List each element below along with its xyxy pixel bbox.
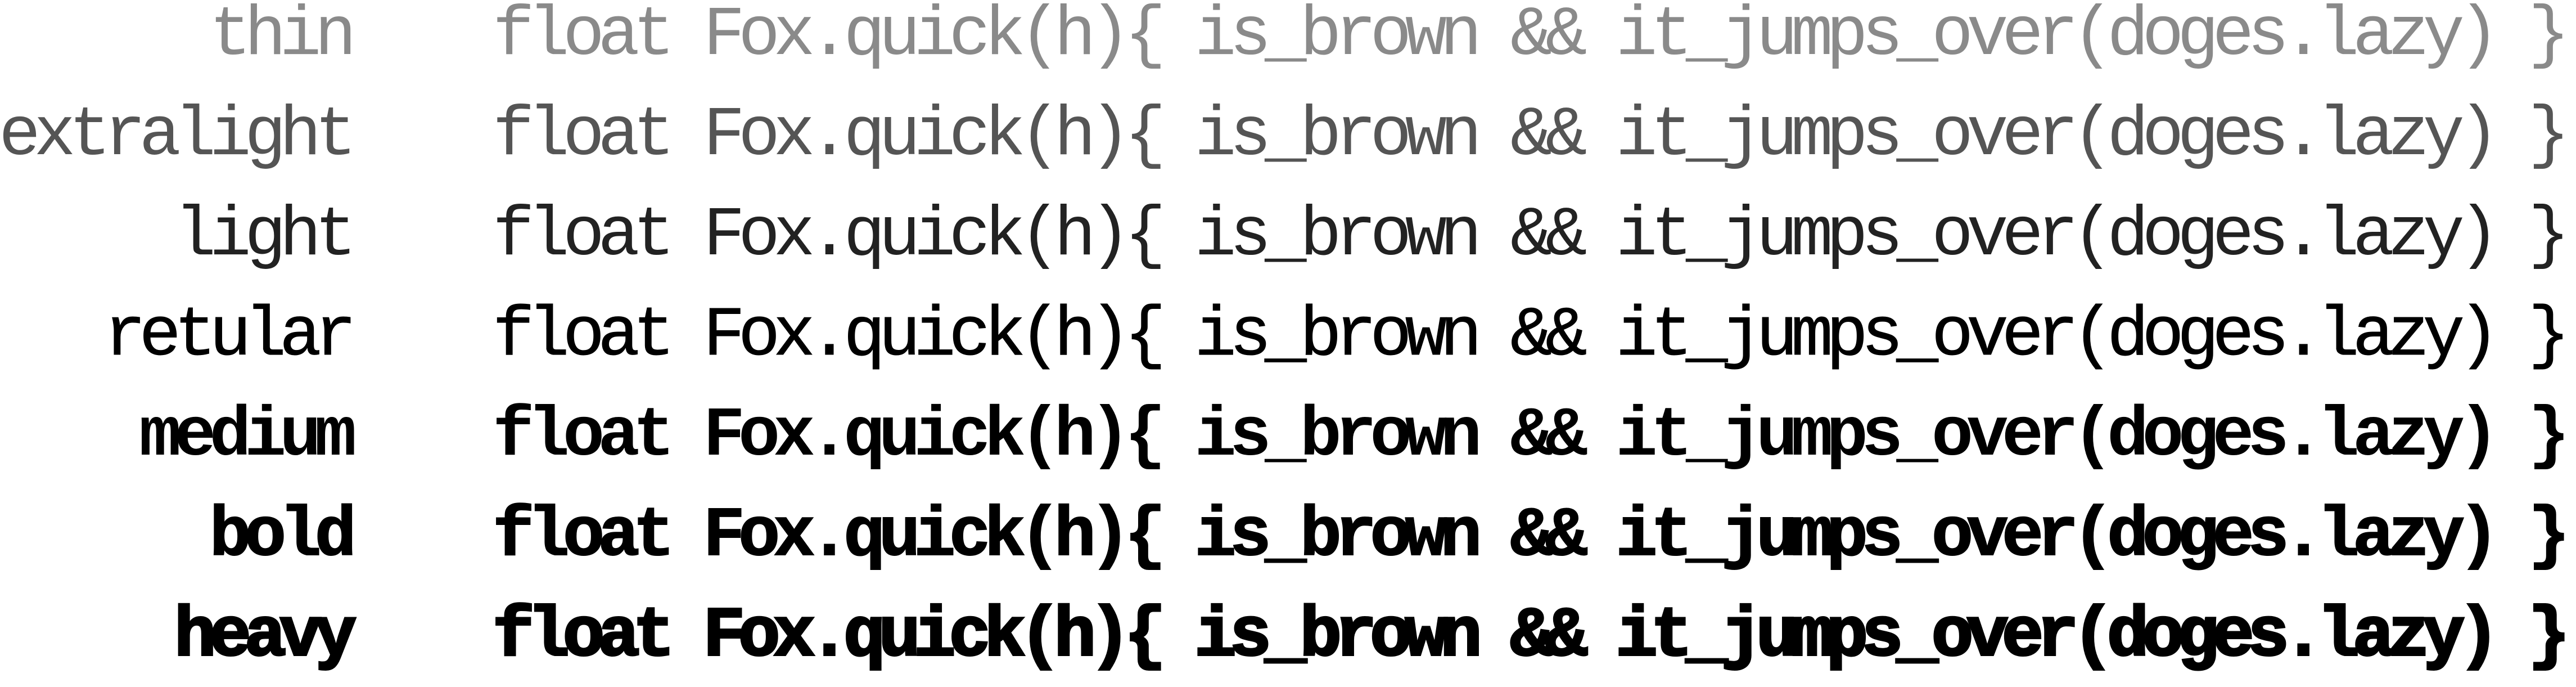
sample-text: float Fox.quick(h){ is_brown && it_jumps…	[492, 297, 2570, 376]
specimen-row-heavy: heavy float Fox.quick(h){ is_brown && it…	[0, 587, 2576, 687]
sample-text: float Fox.quick(h){ is_brown && it_jumps…	[493, 97, 2570, 176]
specimen-row-bold: bold float Fox.quick(h){ is_brown && it_…	[0, 487, 2576, 587]
sample-text: float Fox.quick(h){ is_brown && it_jumps…	[493, 197, 2570, 276]
weight-label: retular	[104, 297, 357, 376]
weight-label: heavy	[173, 596, 358, 677]
specimen-row-medium: medium float Fox.quick(h){ is_brown && i…	[0, 387, 2576, 487]
specimen-row-light: light float Fox.quick(h){ is_brown && it…	[0, 186, 2576, 286]
sample-text: float Fox.quick(h){ is_brown && it_jumps…	[491, 596, 2571, 677]
sample-text: float Fox.quick(h){ is_brown && it_jumps…	[493, 397, 2570, 476]
specimen-row-thin: thin float Fox.quick(h){ is_brown && it_…	[0, 0, 2576, 86]
sample-text: float Fox.quick(h){ is_brown && it_jumps…	[493, 0, 2570, 75]
font-weight-specimen: thin float Fox.quick(h){ is_brown && it_…	[0, 0, 2576, 687]
weight-label: thin	[209, 0, 357, 75]
specimen-row-extralight: extralight float Fox.quick(h){ is_brown …	[0, 86, 2576, 186]
specimen-row-regular: retular float Fox.quick(h){ is_brown && …	[0, 286, 2576, 387]
sample-text: float Fox.quick(h){ is_brown && it_jumps…	[492, 497, 2570, 577]
weight-label: extralight	[0, 97, 357, 176]
weight-label: medium	[139, 397, 357, 476]
weight-label: light	[174, 197, 357, 276]
weight-label: bold	[209, 497, 357, 577]
